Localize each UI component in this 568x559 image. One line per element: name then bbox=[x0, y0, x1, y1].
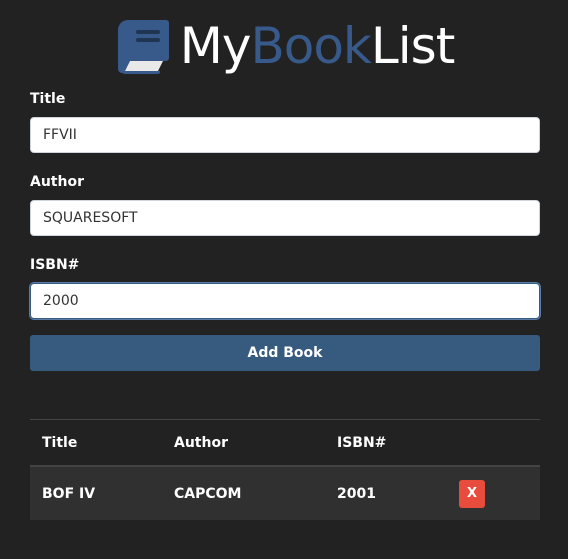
book-icon bbox=[117, 20, 169, 74]
book-isbn-cell: 2001 bbox=[337, 485, 376, 502]
author-input[interactable] bbox=[30, 200, 540, 236]
isbn-input[interactable] bbox=[30, 283, 540, 319]
author-label: Author bbox=[30, 174, 84, 190]
table-header-row: Title Author ISBN# bbox=[30, 419, 540, 467]
column-header-isbn: ISBN# bbox=[325, 419, 447, 467]
app-title-part-book: Book bbox=[250, 17, 371, 75]
app-title-part-list: List bbox=[370, 17, 455, 75]
app-header: MyBookList bbox=[0, 0, 568, 90]
table-row: BOF IV CAPCOM 2001 X bbox=[30, 466, 540, 520]
column-header-title: Title bbox=[30, 419, 162, 467]
book-actions-cell: X bbox=[447, 466, 540, 520]
column-header-author: Author bbox=[162, 419, 325, 467]
app-title-part-my: My bbox=[179, 17, 252, 75]
table-header: Title Author ISBN# bbox=[30, 419, 540, 467]
add-book-button[interactable]: Add Book bbox=[30, 335, 540, 371]
title-input[interactable] bbox=[30, 117, 540, 153]
book-title-cell: BOF IV bbox=[42, 485, 96, 502]
book-author-cell: CAPCOM bbox=[174, 485, 242, 502]
isbn-label: ISBN# bbox=[30, 257, 80, 273]
author-field-group: Author bbox=[30, 173, 540, 236]
app-title: MyBookList bbox=[180, 21, 456, 71]
title-label: Title bbox=[30, 91, 66, 107]
column-header-actions bbox=[447, 419, 540, 467]
delete-book-button[interactable]: X bbox=[459, 479, 485, 508]
page-container: MyBookList Title Author ISBN# Add Book T… bbox=[30, 0, 540, 520]
title-field-group: Title bbox=[30, 90, 540, 153]
isbn-field-group: ISBN# bbox=[30, 256, 540, 319]
book-list-table: Title Author ISBN# BOF IV CAPCOM 2001 X bbox=[30, 419, 540, 520]
add-book-form: Title Author ISBN# Add Book bbox=[30, 90, 540, 371]
book-list: BOF IV CAPCOM 2001 X bbox=[30, 466, 540, 520]
